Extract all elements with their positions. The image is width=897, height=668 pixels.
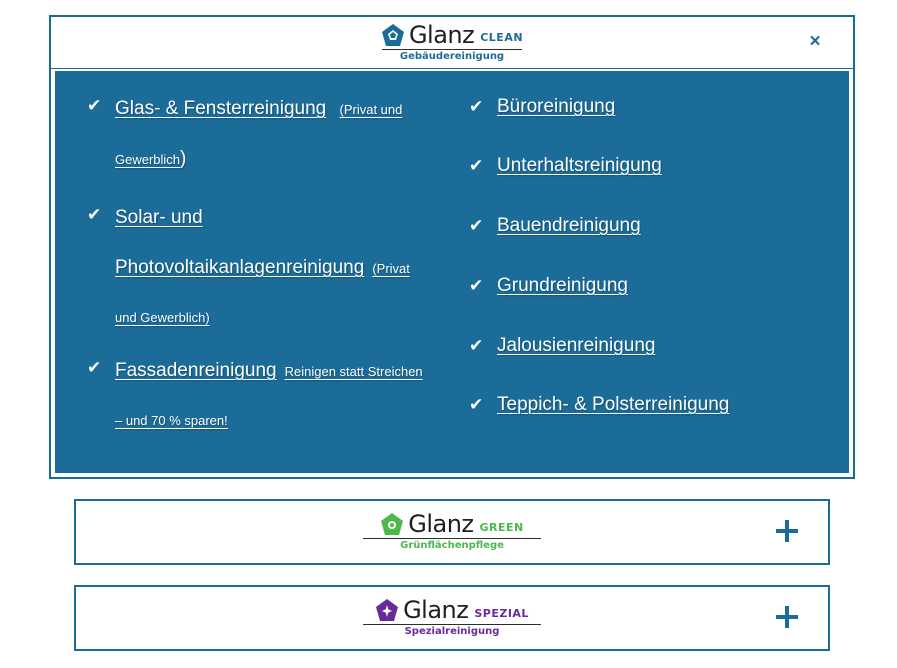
accordion-header-green[interactable]: Glanz GREEN Grünflächenpflege: [76, 501, 828, 563]
service-note-link-cont[interactable]: und Gewerblich): [115, 310, 210, 325]
expand-plus-icon[interactable]: [776, 520, 798, 542]
list-item: ✔ Bauendreinigung: [469, 204, 641, 249]
logo-divider: [381, 48, 522, 50]
glanz-green-logo: Glanz GREEN Grünflächenpflege: [363, 512, 541, 552]
list-item: ✔ Solar- und Photovoltaikanlagenreinigun…: [87, 193, 425, 342]
check-icon: ✔: [469, 156, 484, 175]
accordion-panel-spezial: Glanz SPEZIAL Spezialreinigung: [74, 585, 830, 651]
logo-tag: GREEN: [479, 520, 524, 534]
service-link-solar-pv[interactable]: Solar- und: [115, 207, 203, 228]
accordion-panel-clean: Glanz CLEAN Gebäudereinigung × ✔ Glas- &…: [49, 15, 855, 479]
logo-divider: [363, 538, 541, 539]
logo-divider: [363, 624, 541, 625]
list-item: ✔ Unterhaltsreinigung: [469, 144, 662, 189]
check-icon: ✔: [87, 205, 102, 224]
accordion-header-spezial[interactable]: Glanz SPEZIAL Spezialreinigung: [76, 587, 828, 649]
close-icon[interactable]: ×: [805, 32, 825, 52]
glanz-spezial-logo: Glanz SPEZIAL Spezialreinigung: [363, 598, 541, 638]
service-link-teppich[interactable]: Teppich- & Polsterreinigung: [497, 394, 729, 415]
service-link-jalousien[interactable]: Jalousienreinigung: [497, 335, 655, 356]
check-icon: ✔: [469, 395, 484, 414]
service-note-link[interactable]: Reinigen statt Streichen: [285, 364, 423, 379]
logo-tag: SPEZIAL: [474, 606, 529, 620]
logo-brand: Glanz: [403, 596, 469, 624]
service-note-link-cont[interactable]: – und 70 % sparen!: [115, 413, 228, 428]
check-icon: ✔: [87, 96, 102, 115]
house-pentagon-icon: [381, 23, 404, 46]
list-item: ✔ Glas- & Fensterreinigung (Privat und G…: [87, 84, 415, 184]
service-link-grund[interactable]: Grundreinigung: [497, 275, 628, 296]
accordion-panel-green: Glanz GREEN Grünflächenpflege: [74, 499, 830, 565]
check-icon: ✔: [87, 358, 102, 377]
leaf-pentagon-icon: [381, 513, 404, 535]
service-note-link[interactable]: (Privat und: [340, 102, 403, 117]
accordion-header-clean[interactable]: Glanz CLEAN Gebäudereinigung ×: [51, 17, 853, 69]
list-item: ✔ Fassadenreinigung Reinigen statt Streic…: [87, 346, 425, 445]
list-item: ✔ Teppich- & Polsterreinigung: [469, 383, 729, 428]
check-icon: ✔: [469, 97, 484, 116]
closing-paren: ): [180, 148, 187, 169]
check-icon: ✔: [469, 276, 484, 295]
service-link-fassade[interactable]: Fassadenreinigung: [115, 360, 277, 381]
service-link-glas-fenster[interactable]: Glas- & Fensterreinigung: [115, 98, 326, 119]
service-link-solar-pv-cont[interactable]: Photovoltaikanlagenreinigung: [115, 257, 364, 278]
logo-subtitle: Gebäudereinigung: [399, 50, 505, 62]
glanz-clean-logo: Glanz CLEAN Gebäudereinigung: [381, 23, 523, 63]
service-link-buero[interactable]: Büroreinigung: [497, 96, 615, 117]
sparkle-pentagon-icon: [376, 599, 399, 621]
service-link-bauend[interactable]: Bauendreinigung: [497, 215, 641, 236]
check-icon: ✔: [469, 336, 484, 355]
check-icon: ✔: [469, 216, 484, 235]
service-link-unterhalt[interactable]: Unterhaltsreinigung: [497, 155, 662, 176]
logo-tag: CLEAN: [480, 31, 524, 44]
logo-subtitle: Grünflächenpflege: [400, 540, 504, 551]
list-item: ✔ Grundreinigung: [469, 264, 628, 309]
list-item: ✔ Jalousienreinigung: [469, 324, 655, 369]
service-list-clean: ✔ Glas- & Fensterreinigung (Privat und G…: [55, 71, 849, 473]
logo-subtitle: Spezialreinigung: [404, 626, 500, 637]
service-note-link-cont[interactable]: Gewerblich: [115, 152, 180, 167]
logo-brand: Glanz: [408, 20, 475, 49]
expand-plus-icon[interactable]: [776, 606, 798, 628]
list-item: ✔ Büroreinigung: [469, 85, 615, 130]
logo-brand: Glanz: [408, 510, 474, 538]
service-note-link[interactable]: (Privat: [372, 261, 410, 276]
